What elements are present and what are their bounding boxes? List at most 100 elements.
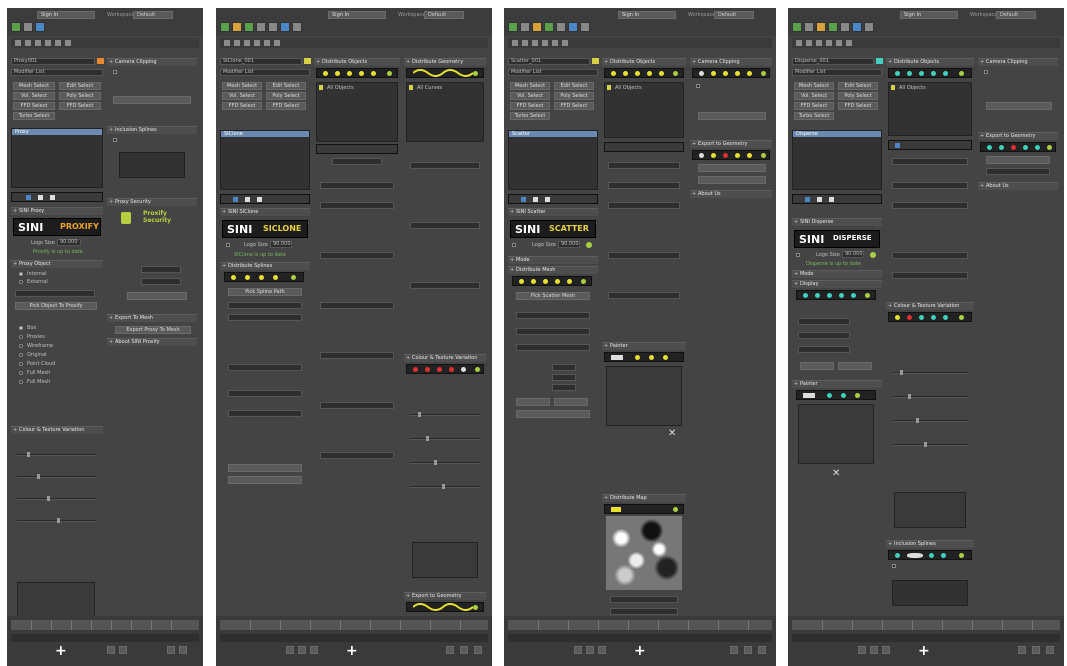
objects-list-item[interactable]: All Objects: [615, 85, 642, 91]
objects-field[interactable]: [320, 352, 394, 359]
hierarchy-tab-icon[interactable]: [35, 40, 41, 46]
unlink-icon[interactable]: [804, 22, 814, 32]
motion-tab-icon[interactable]: [542, 40, 548, 46]
playback-button[interactable]: [107, 646, 115, 654]
modify-tab-icon[interactable]: [25, 40, 31, 46]
inclusion-mode-strip[interactable]: [888, 550, 972, 560]
inclusion-spline-list[interactable]: [892, 580, 968, 606]
clear-paint-icon[interactable]: ✕: [668, 428, 676, 439]
objects-field[interactable]: [320, 302, 394, 309]
timeline-track[interactable]: [508, 620, 772, 630]
modifier-list-dropdown[interactable]: Modifier List: [11, 69, 103, 76]
display-tab-icon[interactable]: [552, 40, 558, 46]
pick-spline-button[interactable]: Pick Spline Path: [228, 288, 302, 296]
modify-tab-icon[interactable]: [806, 40, 812, 46]
object-name-field[interactable]: Disperse_001: [792, 58, 874, 65]
mod-button[interactable]: FFD Select: [510, 102, 550, 110]
hierarchy-tab-icon[interactable]: [244, 40, 250, 46]
objects-field[interactable]: [320, 402, 394, 409]
objects-field[interactable]: [608, 252, 680, 259]
scale-icon[interactable]: [292, 22, 302, 32]
objects-field[interactable]: [892, 272, 968, 279]
playback-button[interactable]: [310, 646, 318, 654]
bind-icon[interactable]: [244, 22, 254, 32]
rollout-proxy-security[interactable]: Proxy Security: [107, 198, 197, 206]
mod-button[interactable]: Turbo Select: [510, 112, 550, 120]
objects-field[interactable]: [320, 182, 394, 189]
rollout-sini-scatter[interactable]: SINI Scatter: [508, 208, 598, 216]
display-tab-icon[interactable]: [55, 40, 61, 46]
mod-button[interactable]: Poly Select: [838, 92, 878, 100]
pan-icon[interactable]: [179, 646, 187, 654]
unique-icon[interactable]: [257, 197, 262, 202]
mod-button[interactable]: Poly Select: [554, 92, 594, 100]
objects-list[interactable]: All Objects: [316, 82, 398, 142]
hue-slider[interactable]: [892, 370, 968, 375]
playback-button[interactable]: [286, 646, 294, 654]
mod-button[interactable]: FFD Select: [554, 102, 594, 110]
create-tab-icon[interactable]: [512, 40, 518, 46]
rollout-export-geometry[interactable]: Export to Geometry: [978, 132, 1058, 140]
count-field[interactable]: [552, 374, 576, 381]
stack-item[interactable]: Scatter: [509, 131, 597, 137]
mesh-action-button[interactable]: [516, 398, 550, 406]
display-radio[interactable]: [19, 344, 23, 348]
logo-size-field[interactable]: 90.000: [57, 239, 81, 246]
objects-field[interactable]: [608, 292, 680, 299]
objects-field[interactable]: [892, 158, 968, 165]
object-name-field[interactable]: Proxy001: [11, 58, 95, 65]
geometry-field[interactable]: [410, 282, 480, 289]
camera-button[interactable]: [698, 112, 766, 120]
export-button[interactable]: [698, 176, 766, 184]
rollout-distribute-objects[interactable]: Distribute Objects: [886, 58, 974, 66]
export-mode-strip[interactable]: [406, 602, 484, 612]
show-end-icon[interactable]: [533, 197, 538, 202]
playback-button[interactable]: [574, 646, 582, 654]
playback-button[interactable]: [870, 646, 878, 654]
pin-icon[interactable]: [521, 197, 526, 202]
logo-size-field[interactable]: 90.000: [842, 251, 864, 258]
orbit-icon[interactable]: [1046, 646, 1054, 654]
display-radio[interactable]: [19, 353, 23, 357]
objects-field[interactable]: [608, 202, 680, 209]
modify-tab-icon[interactable]: [234, 40, 240, 46]
help-icon[interactable]: [586, 242, 592, 248]
rollout-proxy-object[interactable]: Proxy Object: [11, 260, 103, 268]
spline-action-button[interactable]: [228, 476, 302, 484]
select-icon[interactable]: [256, 22, 266, 32]
objects-field[interactable]: [892, 182, 968, 189]
rollout-export-geometry[interactable]: Export to Geometry: [404, 592, 486, 600]
object-name-field[interactable]: SIClone_001: [220, 58, 302, 65]
timeline-track[interactable]: [11, 620, 199, 630]
mod-button[interactable]: Edit Select: [554, 82, 594, 90]
contrast-slider[interactable]: [410, 484, 480, 489]
saturation-slider[interactable]: [892, 394, 968, 399]
zoom-icon[interactable]: [167, 646, 175, 654]
rollout-display[interactable]: Display: [792, 280, 882, 288]
sign-in-button[interactable]: Sign In: [900, 11, 958, 19]
show-end-icon[interactable]: [245, 197, 250, 202]
link-icon[interactable]: [792, 22, 802, 32]
mod-button[interactable]: Vol. Select: [794, 92, 834, 100]
rollout-painter[interactable]: Painter: [602, 342, 686, 350]
pin-icon[interactable]: [233, 197, 238, 202]
unique-icon[interactable]: [50, 195, 55, 200]
modifier-stack[interactable]: Disperse: [792, 130, 882, 190]
spline-field[interactable]: [228, 314, 302, 321]
export-mode-strip[interactable]: [980, 142, 1056, 152]
rotate-icon[interactable]: [280, 22, 290, 32]
zoom-icon[interactable]: [1018, 646, 1026, 654]
hue-slider[interactable]: [17, 452, 97, 457]
utilities-tab-icon[interactable]: [274, 40, 280, 46]
mod-button[interactable]: Turbo Select: [794, 112, 834, 120]
unique-icon[interactable]: [829, 197, 834, 202]
object-color-swatch[interactable]: [304, 58, 311, 64]
bind-icon[interactable]: [544, 22, 554, 32]
inclusion-spline-list[interactable]: [119, 152, 185, 178]
link-icon[interactable]: [508, 22, 518, 32]
orbit-icon[interactable]: [758, 646, 766, 654]
display-field[interactable]: [798, 332, 850, 339]
rollout-camera-clipping[interactable]: Camera Clipping: [978, 58, 1058, 66]
playback-button[interactable]: [882, 646, 890, 654]
sign-in-button[interactable]: Sign In: [328, 11, 386, 19]
